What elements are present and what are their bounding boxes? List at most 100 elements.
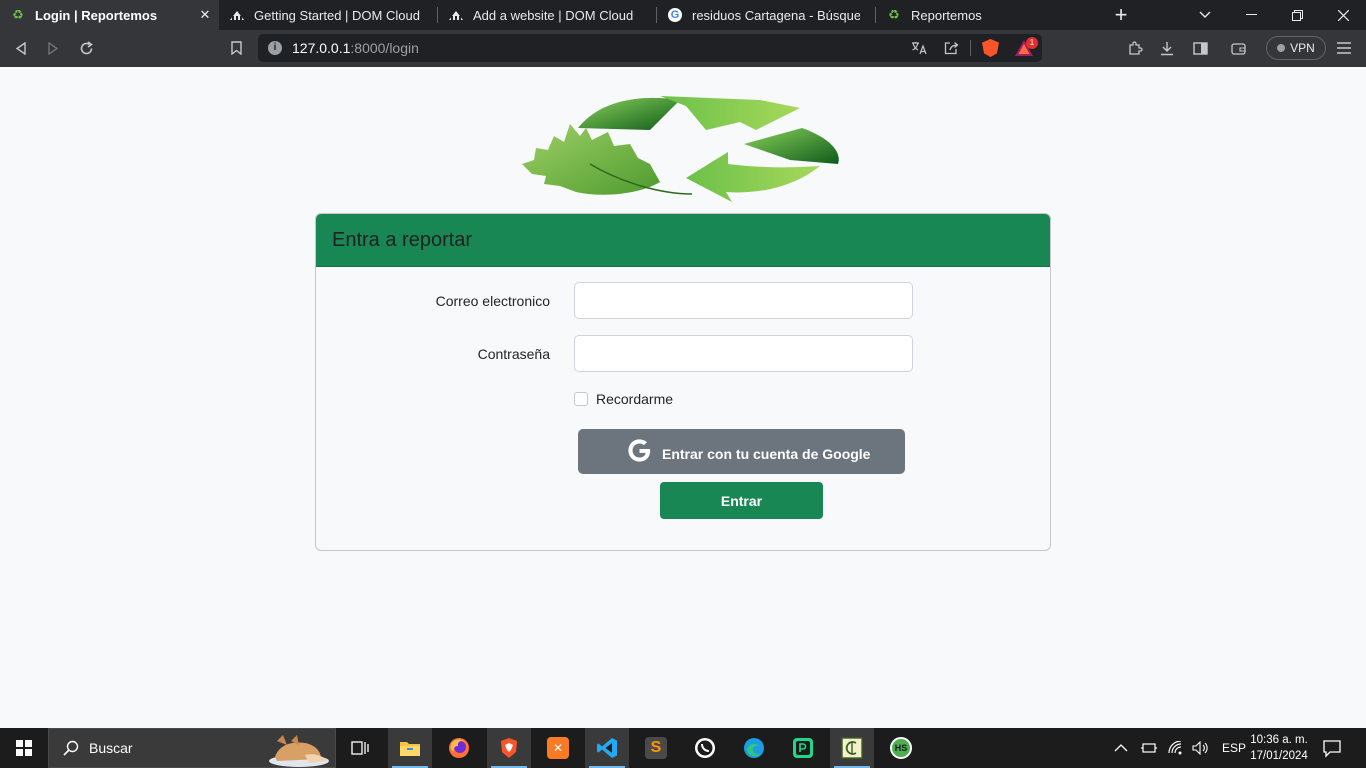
menu-button[interactable] xyxy=(1332,37,1356,59)
chevron-up-icon[interactable] xyxy=(1114,743,1128,753)
pycharm-icon xyxy=(793,738,813,758)
downloads-button[interactable] xyxy=(1155,37,1179,59)
task-view-icon xyxy=(351,741,369,755)
app-hs-button[interactable]: HS xyxy=(879,728,923,768)
google-login-button[interactable]: Entrar con tu cuenta de Google xyxy=(578,429,905,474)
clock-date: 17/01/2024 xyxy=(1250,750,1308,762)
search-highlight-fox-icon xyxy=(269,735,329,767)
browser-tab-strip: ♻ Login | Reportemos ✕ Getting Started |… xyxy=(0,0,1366,30)
sublime-text-button[interactable]: S xyxy=(634,728,678,768)
brave-shields-icon[interactable] xyxy=(982,39,999,57)
url-path: :8000/login xyxy=(350,40,419,56)
whatsapp-button[interactable] xyxy=(683,728,727,768)
notification-center-icon[interactable] xyxy=(1322,738,1342,758)
google-button-label: Entrar con tu cuenta de Google xyxy=(662,446,871,462)
brave-button[interactable] xyxy=(487,728,531,768)
extensions-button[interactable] xyxy=(1123,37,1147,59)
remember-label[interactable]: Recordarme xyxy=(596,391,673,407)
tab-google-search[interactable]: G residuos Cartagena - Búsqueda de xyxy=(657,0,876,30)
app-ce-button[interactable] xyxy=(830,728,874,768)
sublime-icon: S xyxy=(645,737,667,759)
task-view-button[interactable] xyxy=(338,728,382,768)
vscode-button[interactable] xyxy=(585,728,629,768)
close-tab-icon[interactable]: ✕ xyxy=(197,7,213,23)
vscode-icon xyxy=(597,738,617,758)
reload-icon xyxy=(80,40,93,54)
close-icon xyxy=(1337,9,1349,21)
recycle-leaf-logo xyxy=(522,96,839,202)
share-icon[interactable] xyxy=(942,39,960,57)
windows-taskbar: Buscar ✕ S HS ESP 10:36 a. m. 17/01/2024 xyxy=(0,728,1366,768)
remember-row[interactable]: Recordarme xyxy=(574,391,673,407)
tab-title: Getting Started | DOM Cloud xyxy=(254,7,420,23)
card-title: Entra a reportar xyxy=(332,228,473,251)
download-icon xyxy=(1161,41,1173,55)
bookmark-button[interactable] xyxy=(224,37,248,59)
network-ethernet-icon[interactable] xyxy=(1140,742,1158,754)
search-placeholder: Buscar xyxy=(89,740,133,756)
volume-icon[interactable] xyxy=(1192,741,1210,755)
domcloud-icon xyxy=(448,7,464,23)
taskbar-clock[interactable]: 10:36 a. m. 17/01/2024 xyxy=(1244,732,1314,764)
tab-search-button[interactable] xyxy=(1182,0,1228,30)
page-viewport: Entra a reportar Correo electronico Cont… xyxy=(0,67,1366,728)
url-host: 127.0.0.1 xyxy=(292,40,351,56)
file-explorer-button[interactable] xyxy=(388,728,432,768)
vpn-button[interactable]: VPN xyxy=(1266,36,1326,60)
tab-title: Login | Reportemos xyxy=(35,7,158,23)
xampp-button[interactable]: ✕ xyxy=(536,728,580,768)
translate-icon[interactable] xyxy=(910,39,928,57)
sidebar-button[interactable] xyxy=(1188,37,1212,59)
system-tray: ESP xyxy=(1114,728,1246,768)
vpn-status-dot xyxy=(1277,44,1286,52)
tab-title: Reportemos xyxy=(911,7,982,23)
hamburger-icon xyxy=(1337,42,1351,54)
tab-login-reportemos[interactable]: ♻ Login | Reportemos ✕ xyxy=(0,0,219,30)
tab-getting-started[interactable]: Getting Started | DOM Cloud xyxy=(219,0,438,30)
edge-icon xyxy=(744,738,764,758)
close-window-button[interactable] xyxy=(1320,0,1366,30)
back-arrow-icon xyxy=(15,41,26,55)
login-card: Entra a reportar Correo electronico Cont… xyxy=(315,213,1051,551)
brave-icon xyxy=(501,738,517,758)
address-bar[interactable]: i 127.0.0.1:8000/login 1 xyxy=(258,34,1042,62)
url-text[interactable]: 127.0.0.1:8000/login xyxy=(292,40,419,56)
back-button[interactable] xyxy=(9,37,33,59)
recycle-icon: ♻ xyxy=(12,7,24,22)
minimize-button[interactable] xyxy=(1228,0,1274,30)
clock-time: 10:36 a. m. xyxy=(1250,734,1308,746)
recycle-icon: ♻ xyxy=(888,7,900,22)
tab-title: residuos Cartagena - Búsqueda de xyxy=(692,7,860,23)
taskbar-search[interactable]: Buscar xyxy=(48,728,336,768)
omnibox-divider xyxy=(970,40,971,56)
wallet-button[interactable] xyxy=(1226,37,1250,59)
search-icon xyxy=(63,740,79,756)
email-field[interactable] xyxy=(574,282,913,319)
google-icon: G xyxy=(667,7,683,23)
pycharm-button[interactable] xyxy=(781,728,825,768)
site-info-icon[interactable]: i xyxy=(268,41,282,55)
rewards-badge: 1 xyxy=(1026,37,1038,49)
card-header: Entra a reportar xyxy=(316,214,1050,267)
password-field[interactable] xyxy=(574,335,913,372)
wifi-icon[interactable] xyxy=(1168,741,1184,755)
remember-checkbox[interactable] xyxy=(574,392,588,406)
reload-button[interactable] xyxy=(74,37,98,59)
firefox-icon xyxy=(449,738,469,758)
edge-button[interactable] xyxy=(732,728,776,768)
tab-reportemos[interactable]: ♻ Reportemos xyxy=(876,0,1095,30)
password-label: Contraseña xyxy=(477,346,550,362)
forward-arrow-icon xyxy=(48,41,59,55)
vpn-label: VPN xyxy=(1290,41,1315,55)
puzzle-icon xyxy=(1129,41,1143,55)
firefox-button[interactable] xyxy=(437,728,481,768)
new-tab-button[interactable]: + xyxy=(1098,0,1144,30)
language-indicator[interactable]: ESP xyxy=(1222,741,1246,755)
google-g-icon xyxy=(628,439,651,462)
start-button[interactable] xyxy=(0,728,48,768)
restore-button[interactable] xyxy=(1274,0,1320,30)
tab-add-website[interactable]: Add a website | DOM Cloud xyxy=(438,0,657,30)
forward-button[interactable] xyxy=(41,37,65,59)
submit-button[interactable]: Entrar xyxy=(660,482,823,519)
tab-title: Add a website | DOM Cloud xyxy=(473,7,634,23)
